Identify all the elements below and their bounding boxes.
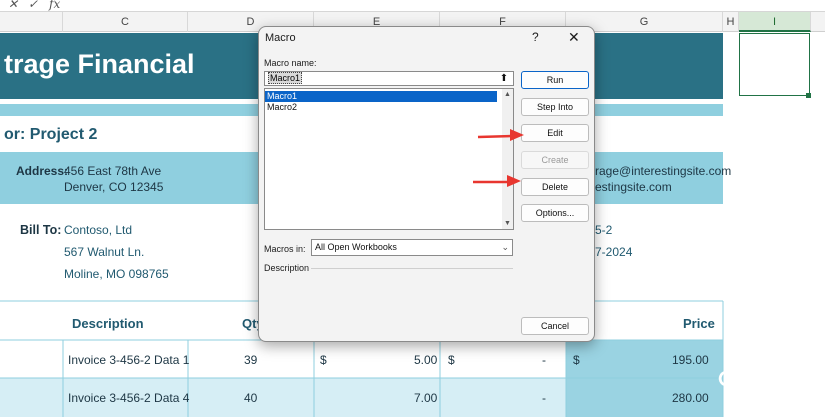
cell-amount[interactable]: 7.00 <box>414 391 437 405</box>
cell-description[interactable]: Invoice 3-456-2 Data 1 <box>68 353 189 367</box>
cell-currency: $ <box>320 353 327 367</box>
close-icon: ✕ <box>568 29 580 45</box>
dialog-title: Macro <box>265 32 296 44</box>
scroll-up-icon[interactable]: ▲ <box>503 90 512 99</box>
macro-list-item[interactable]: Macro2 <box>265 102 497 113</box>
reference-upload-icon[interactable]: ⬆ <box>495 72 513 85</box>
column-header-h[interactable]: H <box>723 12 739 32</box>
scroll-down-icon[interactable]: ▼ <box>503 219 512 228</box>
macro-name-label: Macro name: <box>264 58 317 68</box>
cell-amount[interactable]: 5.00 <box>414 353 437 367</box>
macros-in-label: Macros in: <box>264 244 306 254</box>
cell-price[interactable]: 280.00 <box>672 391 709 405</box>
cell-currency: $ <box>448 353 455 367</box>
header-price: Price <box>683 316 715 331</box>
column-header-b[interactable] <box>0 12 63 32</box>
macro-name-value: Macro1 <box>268 72 303 84</box>
header-description: Description <box>72 316 144 331</box>
create-button[interactable]: Create <box>521 151 589 169</box>
macros-in-value: All Open Workbooks <box>315 242 397 252</box>
cell-currency: $ <box>573 353 580 367</box>
delete-button[interactable]: Delete <box>521 178 589 196</box>
function-icon[interactable]: fx <box>49 0 60 11</box>
macro-name-input[interactable]: Macro1 <box>264 71 514 86</box>
cell-description[interactable]: Invoice 3-456-2 Data 4 <box>68 391 189 405</box>
cell-qty[interactable]: 39 <box>244 353 257 367</box>
macro-list-item[interactable]: Macro1 <box>265 91 497 102</box>
close-button[interactable]: ✕ <box>568 29 584 45</box>
step-into-button[interactable]: Step Into <box>521 98 589 116</box>
macro-list[interactable]: Macro1 Macro2 ▲ ▼ <box>264 88 514 230</box>
description-label: Description <box>264 263 310 273</box>
chevron-down-icon: ⌄ <box>501 242 509 252</box>
annotation-arrow-delete-icon <box>473 175 521 187</box>
enter-icon[interactable]: ✓ <box>28 0 38 11</box>
cell-amount[interactable]: - <box>542 353 546 367</box>
selected-cell[interactable] <box>739 33 810 96</box>
watermark-logo: ⵙXDR <box>718 369 786 391</box>
run-button[interactable]: Run <box>521 71 589 89</box>
cancel-button[interactable]: Cancel <box>521 317 589 335</box>
cell-price[interactable]: 195.00 <box>672 353 709 367</box>
macro-dialog: Macro ? ✕ Macro name: Macro1 ⬆ Macro1 Ma… <box>258 26 595 342</box>
cell-amount[interactable]: - <box>542 391 546 405</box>
annotation-arrow-edit-icon <box>477 129 524 141</box>
cell-qty[interactable]: 40 <box>244 391 257 405</box>
formula-bar: ✕ ✓ fx <box>0 0 825 12</box>
macros-in-select[interactable]: All Open Workbooks ⌄ <box>311 239 513 256</box>
description-divider <box>311 268 513 269</box>
column-header-c[interactable]: C <box>63 12 188 32</box>
column-header-j[interactable] <box>811 12 825 32</box>
fill-handle[interactable] <box>806 93 811 98</box>
help-button[interactable]: ? <box>532 30 539 44</box>
cancel-icon[interactable]: ✕ <box>8 0 18 11</box>
list-scrollbar[interactable]: ▲ ▼ <box>502 89 513 229</box>
column-header-i[interactable]: I <box>739 12 811 32</box>
edit-button[interactable]: Edit <box>521 124 589 142</box>
options-button[interactable]: Options... <box>521 204 589 222</box>
